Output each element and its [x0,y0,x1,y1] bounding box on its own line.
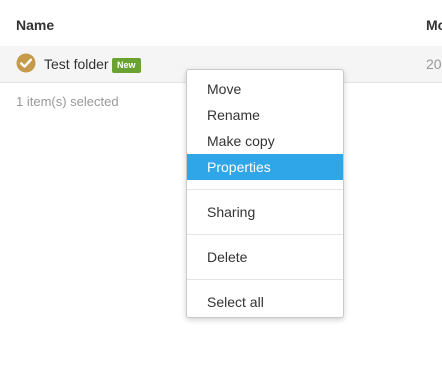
file-list-page: Name Mo Test folder New 20 1 item(s) sel… [0,0,442,383]
menu-item-rename[interactable]: Rename [187,102,343,128]
new-badge: New [112,58,141,73]
menu-item-delete[interactable]: Delete [187,244,343,270]
file-name[interactable]: Test folder [44,56,109,72]
menu-item-move[interactable]: Move [187,76,343,102]
modified-date: 20 [426,56,442,72]
column-header-modified[interactable]: Mo [426,17,442,33]
selection-status: 1 item(s) selected [16,94,119,109]
menu-item-make-copy[interactable]: Make copy [187,128,343,154]
table-header: Name Mo [0,0,442,47]
check-circle-icon[interactable] [16,53,36,73]
menu-divider [187,234,343,235]
menu-item-sharing[interactable]: Sharing [187,199,343,225]
menu-item-select-all[interactable]: Select all [187,289,343,315]
menu-item-properties[interactable]: Properties [187,154,343,180]
menu-divider [187,189,343,190]
menu-divider [187,279,343,280]
context-menu: Move Rename Make copy Properties Sharing… [186,69,344,318]
column-header-name[interactable]: Name [16,17,54,33]
